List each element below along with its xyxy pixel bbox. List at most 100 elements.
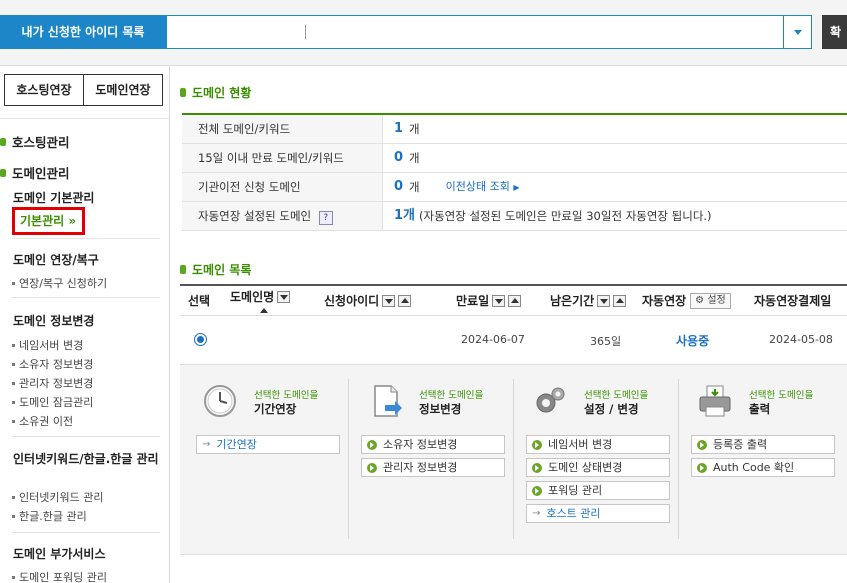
- group-basic: 도메인 기본관리: [13, 191, 95, 205]
- tab-domain-renew[interactable]: 도메인연장: [83, 75, 162, 105]
- divider: [0, 118, 170, 119]
- printer-icon: [699, 385, 731, 417]
- sidebar-item-hangul[interactable]: 한글.한글 관리: [12, 508, 87, 524]
- sidebar-item-ownership-transfer[interactable]: 소유권 이전: [12, 413, 73, 429]
- sort-asc-icon[interactable]: [398, 294, 412, 307]
- table-row[interactable]: 2024-06-07 365일 사용중 2024-05-08: [180, 316, 847, 365]
- list-header: 선택 도메인명 신청아이디 만료일 남은기간 자동연장 ⚙ 설정 자동연장결제일: [180, 284, 847, 316]
- expiry-date: 2024-06-07: [461, 333, 525, 346]
- auto-renew-setting-button[interactable]: ⚙ 설정: [690, 292, 731, 309]
- host-management-button[interactable]: → 호스트 관리: [526, 504, 670, 523]
- header-domain: 도메인명: [230, 288, 291, 316]
- tab-hosting-renew[interactable]: 호스팅연장: [5, 75, 83, 105]
- sort-desc-icon[interactable]: [277, 290, 291, 303]
- id-list-select[interactable]: [166, 15, 812, 49]
- action-panel: 선택한 도메인을 기간연장 → 기간연장 선택한 도메인을 정보변경 소유자 정보…: [180, 365, 847, 555]
- sort-desc-icon[interactable]: [382, 294, 396, 307]
- status-label: 자동연장 설정된 도메인 ?: [182, 202, 383, 230]
- action-group-settings: 선택한 도메인을 설정 / 변경 네임서버 변경 도메인 상태변경 포워딩 관리…: [513, 379, 677, 539]
- document-edit-icon: [374, 385, 402, 417]
- status-row: 15일 이내 만료 도메인/키워드 0개: [182, 144, 847, 173]
- auto-renew-status[interactable]: 사용중: [676, 332, 709, 349]
- gear-icon: ⚙: [695, 294, 705, 306]
- auth-code-button[interactable]: Auth Code 확인: [691, 458, 835, 477]
- admin-info-change-button[interactable]: 관리자 정보변경: [361, 458, 505, 477]
- status-label: 15일 이내 만료 도메인/키워드: [182, 144, 383, 172]
- sort-desc-icon[interactable]: [492, 294, 506, 307]
- action-group-print: 선택한 도메인을 출력 등록증 출력 Auth Code 확인: [678, 379, 842, 539]
- status-table: 전체 도메인/키워드 1개 15일 이내 만료 도메인/키워드 0개 기관이전 …: [182, 113, 847, 231]
- status-row: 전체 도메인/키워드 1개: [182, 115, 847, 144]
- sort-asc-icon[interactable]: [508, 294, 522, 307]
- text-cursor: [305, 25, 306, 39]
- id-list-label: 내가 신청한 아이디 목록: [0, 15, 166, 49]
- section-title-status: 도메인 현황: [180, 84, 251, 101]
- status-count: 0: [394, 150, 404, 165]
- play-icon: [532, 485, 542, 496]
- status-count: 1: [394, 121, 404, 136]
- bullet-icon: [0, 137, 6, 146]
- sidebar-item-forwarding[interactable]: 도메인 포워딩 관리: [12, 569, 107, 583]
- header-select: 선택: [188, 294, 211, 308]
- play-icon: [367, 462, 377, 473]
- status-count: 0: [394, 179, 404, 194]
- domain-list: 선택 도메인명 신청아이디 만료일 남은기간 자동연장 ⚙ 설정 자동연장결제일 …: [180, 284, 847, 365]
- play-icon: [697, 462, 707, 473]
- bullet-icon: [180, 265, 186, 274]
- sidebar-item-keyword[interactable]: 인터넷키워드 관리: [12, 489, 103, 505]
- play-icon: [532, 439, 542, 450]
- play-icon: [697, 439, 707, 450]
- sort-asc-icon[interactable]: [613, 294, 627, 307]
- status-label: 기관이전 신청 도메인: [182, 173, 383, 201]
- group-renew: 도메인 연장/복구: [13, 253, 99, 267]
- action-group-extend: 선택한 도메인을 기간연장 → 기간연장: [184, 379, 348, 539]
- group-extra: 도메인 부가서비스: [13, 547, 106, 561]
- chevron-down-icon[interactable]: [783, 16, 811, 48]
- status-count: 1개: [394, 208, 416, 223]
- remaining-period: 365일: [590, 335, 622, 348]
- sidebar-item-owner-info[interactable]: 소유자 정보변경: [12, 356, 93, 372]
- sidebar-item-basic-management[interactable]: 기본관리 »: [12, 207, 85, 235]
- help-icon[interactable]: ?: [318, 211, 333, 225]
- arrow-right-icon: →: [202, 439, 211, 450]
- forwarding-management-button[interactable]: 포워딩 관리: [526, 481, 670, 500]
- group-info-change: 도메인 정보변경: [13, 314, 95, 328]
- header-auto-pay: 자동연장결제일: [754, 294, 832, 308]
- header-remaining: 남은기간: [550, 292, 627, 309]
- gear-icon: [536, 387, 565, 413]
- play-icon: [532, 462, 542, 473]
- caret-right-icon: ▶: [513, 182, 520, 192]
- header-expiry: 만료일: [456, 292, 522, 309]
- play-icon: [367, 439, 377, 450]
- sort-desc-icon[interactable]: [597, 294, 611, 307]
- header-auto-renew: 자동연장 ⚙ 설정: [642, 292, 731, 309]
- extend-period-button[interactable]: → 기간연장: [196, 435, 340, 454]
- select-radio[interactable]: [194, 333, 207, 346]
- sidebar-item-renew-apply[interactable]: 연장/복구 신청하기: [12, 275, 107, 291]
- sidebar-category-domain[interactable]: 도메인관리: [0, 163, 70, 182]
- domain-status-change-button[interactable]: 도메인 상태변경: [526, 458, 670, 477]
- auto-pay-date: 2024-05-08: [769, 333, 833, 346]
- sidebar-item-nameserver[interactable]: 네임서버 변경: [12, 337, 83, 353]
- group-keyword: 인터넷키워드/한글.한글 관리: [13, 452, 159, 466]
- status-row: 자동연장 설정된 도메인 ? 1개 (자동연장 설정된 도메인은 만료일 30일전…: [182, 202, 847, 231]
- section-title-list: 도메인 목록: [180, 261, 251, 278]
- owner-info-change-button[interactable]: 소유자 정보변경: [361, 435, 505, 454]
- status-label: 전체 도메인/키워드: [182, 115, 383, 143]
- header-applicant: 신청아이디: [324, 292, 412, 309]
- sidebar-item-domain-lock[interactable]: 도메인 잠금관리: [12, 394, 93, 410]
- renew-tabs: 호스팅연장 도메인연장: [4, 74, 163, 106]
- sort-asc-icon[interactable]: [258, 306, 271, 316]
- sidebar-category-hosting[interactable]: 호스팅관리: [0, 132, 70, 151]
- clock-icon: [204, 385, 236, 417]
- double-chevron-right-icon: »: [64, 214, 77, 228]
- bullet-icon: [180, 88, 186, 97]
- nameserver-change-button[interactable]: 네임서버 변경: [526, 435, 670, 454]
- sidebar-item-admin-info[interactable]: 관리자 정보변경: [12, 375, 93, 391]
- print-certificate-button[interactable]: 등록증 출력: [691, 435, 835, 454]
- top-bar: 내가 신청한 아이디 목록 확: [0, 0, 847, 66]
- confirm-button[interactable]: 확: [822, 15, 847, 49]
- divider: [12, 436, 160, 437]
- status-row: 기관이전 신청 도메인 0개 이전상태 조회 ▶: [182, 173, 847, 202]
- transfer-status-link[interactable]: 이전상태 조회 ▶: [446, 173, 520, 202]
